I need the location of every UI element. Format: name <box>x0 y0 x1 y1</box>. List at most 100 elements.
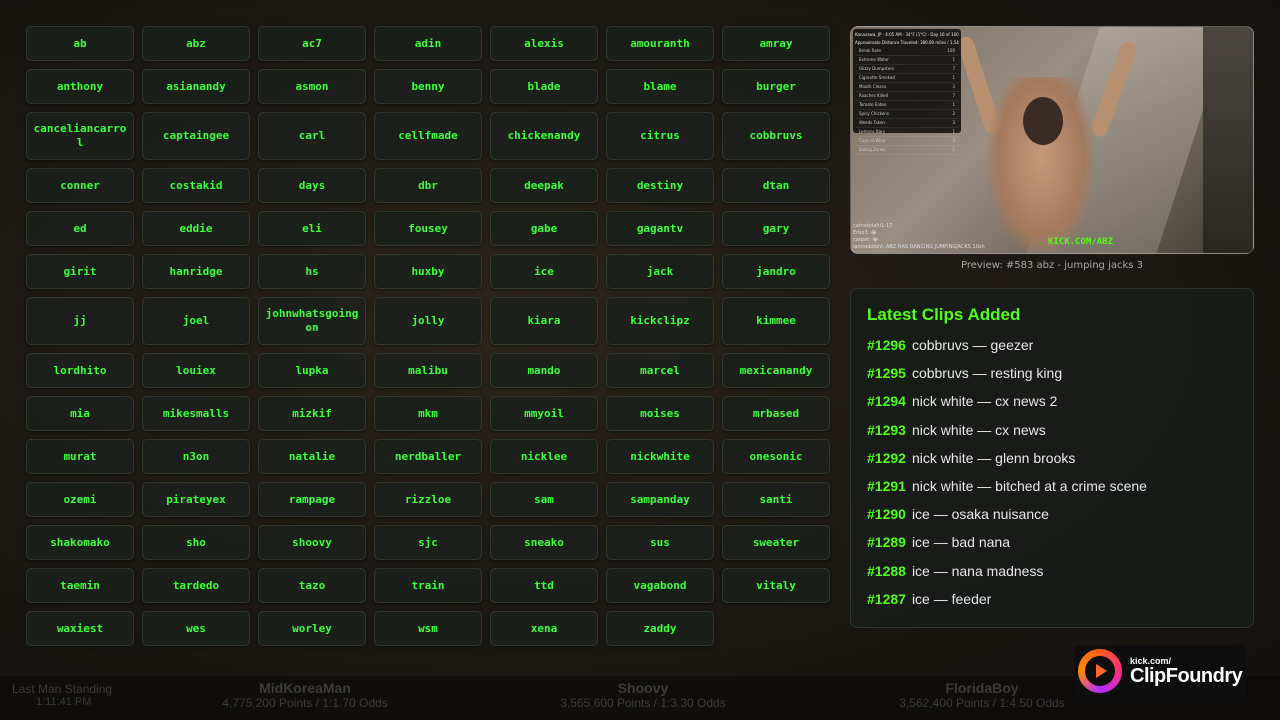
clip-button-blade[interactable]: blade <box>490 69 598 104</box>
clip-button-sus[interactable]: sus <box>606 525 714 560</box>
clip-button-sweater[interactable]: sweater <box>722 525 830 560</box>
clip-button-ed[interactable]: ed <box>26 211 134 246</box>
clip-list-item[interactable]: #1288 ice — nana madness <box>867 557 1237 585</box>
clip-button-huxby[interactable]: huxby <box>374 254 482 289</box>
clip-button-taemin[interactable]: taemin <box>26 568 134 603</box>
clip-button-canceliancarrol[interactable]: canceliancarrol <box>26 112 134 160</box>
clip-button-jj[interactable]: jj <box>26 297 134 345</box>
clip-button-girit[interactable]: girit <box>26 254 134 289</box>
clip-button-days[interactable]: days <box>258 168 366 203</box>
clip-button-captaingee[interactable]: captaingee <box>142 112 250 160</box>
clip-button-jolly[interactable]: jolly <box>374 297 482 345</box>
clip-button-blame[interactable]: blame <box>606 69 714 104</box>
clip-button-worley[interactable]: worley <box>258 611 366 646</box>
clip-button-asmon[interactable]: asmon <box>258 69 366 104</box>
clip-preview-video[interactable]: Kanazawa, JP · 4:05 AM · 34°F (1°C) · Da… <box>850 26 1254 254</box>
clip-button-dtan[interactable]: dtan <box>722 168 830 203</box>
clip-button-burger[interactable]: burger <box>722 69 830 104</box>
clip-button-eddie[interactable]: eddie <box>142 211 250 246</box>
clip-button-train[interactable]: train <box>374 568 482 603</box>
clip-button-nerdballer[interactable]: nerdballer <box>374 439 482 474</box>
clip-button-ab[interactable]: ab <box>26 26 134 61</box>
clip-button-hs[interactable]: hs <box>258 254 366 289</box>
clip-button-vagabond[interactable]: vagabond <box>606 568 714 603</box>
clip-button-sam[interactable]: sam <box>490 482 598 517</box>
clip-button-mmyoil[interactable]: mmyoil <box>490 396 598 431</box>
clip-button-asianandy[interactable]: asianandy <box>142 69 250 104</box>
clip-button-wsm[interactable]: wsm <box>374 611 482 646</box>
clip-button-mizkif[interactable]: mizkif <box>258 396 366 431</box>
clip-list-item[interactable]: #1293 nick white — cx news <box>867 416 1237 444</box>
clip-button-mando[interactable]: mando <box>490 353 598 388</box>
clip-button-n3on[interactable]: n3on <box>142 439 250 474</box>
clip-button-onesonic[interactable]: onesonic <box>722 439 830 474</box>
clip-button-deepak[interactable]: deepak <box>490 168 598 203</box>
clip-button-anthony[interactable]: anthony <box>26 69 134 104</box>
clip-button-moises[interactable]: moises <box>606 396 714 431</box>
clip-button-kimmee[interactable]: kimmee <box>722 297 830 345</box>
clip-button-jandro[interactable]: jandro <box>722 254 830 289</box>
clip-button-eli[interactable]: eli <box>258 211 366 246</box>
clip-button-joel[interactable]: joel <box>142 297 250 345</box>
clip-button-sho[interactable]: sho <box>142 525 250 560</box>
clip-list-item[interactable]: #1290 ice — osaka nuisance <box>867 500 1237 528</box>
clip-button-gary[interactable]: gary <box>722 211 830 246</box>
clip-list-item[interactable]: #1294 nick white — cx news 2 <box>867 387 1237 415</box>
clip-button-sampanday[interactable]: sampanday <box>606 482 714 517</box>
clip-button-mia[interactable]: mia <box>26 396 134 431</box>
clip-button-cobbruvs[interactable]: cobbruvs <box>722 112 830 160</box>
clip-button-destiny[interactable]: destiny <box>606 168 714 203</box>
clip-button-louiex[interactable]: louiex <box>142 353 250 388</box>
clip-button-alexis[interactable]: alexis <box>490 26 598 61</box>
clip-button-jack[interactable]: jack <box>606 254 714 289</box>
clip-button-rizzloe[interactable]: rizzloe <box>374 482 482 517</box>
clip-button-costakid[interactable]: costakid <box>142 168 250 203</box>
clip-button-mrbased[interactable]: mrbased <box>722 396 830 431</box>
clip-button-gabe[interactable]: gabe <box>490 211 598 246</box>
clip-button-xena[interactable]: xena <box>490 611 598 646</box>
clip-button-citrus[interactable]: citrus <box>606 112 714 160</box>
clip-button-wes[interactable]: wes <box>142 611 250 646</box>
clip-button-marcel[interactable]: marcel <box>606 353 714 388</box>
clip-button-abz[interactable]: abz <box>142 26 250 61</box>
clip-list-item[interactable]: #1291 nick white — bitched at a crime sce… <box>867 472 1237 500</box>
clip-list-item[interactable]: #1289 ice — bad nana <box>867 528 1237 556</box>
clip-button-ice[interactable]: ice <box>490 254 598 289</box>
clip-button-nickwhite[interactable]: nickwhite <box>606 439 714 474</box>
clip-button-malibu[interactable]: malibu <box>374 353 482 388</box>
clip-list-item[interactable]: #1292 nick white — glenn brooks <box>867 444 1237 472</box>
clip-button-adin[interactable]: adin <box>374 26 482 61</box>
clip-button-amouranth[interactable]: amouranth <box>606 26 714 61</box>
clip-button-nicklee[interactable]: nicklee <box>490 439 598 474</box>
clip-button-waxiest[interactable]: waxiest <box>26 611 134 646</box>
clip-button-pirateyex[interactable]: pirateyex <box>142 482 250 517</box>
clip-button-lordhito[interactable]: lordhito <box>26 353 134 388</box>
clip-button-conner[interactable]: conner <box>26 168 134 203</box>
clip-button-zaddy[interactable]: zaddy <box>606 611 714 646</box>
clip-button-ac7[interactable]: ac7 <box>258 26 366 61</box>
clip-button-ozemi[interactable]: ozemi <box>26 482 134 517</box>
clip-button-kickclipz[interactable]: kickclipz <box>606 297 714 345</box>
clip-button-carl[interactable]: carl <box>258 112 366 160</box>
clip-button-hanridge[interactable]: hanridge <box>142 254 250 289</box>
clip-button-lupka[interactable]: lupka <box>258 353 366 388</box>
clip-button-vitaly[interactable]: vitaly <box>722 568 830 603</box>
clip-button-johnwhatsgoingon[interactable]: johnwhatsgoingon <box>258 297 366 345</box>
clip-button-chickenandy[interactable]: chickenandy <box>490 112 598 160</box>
clip-button-santi[interactable]: santi <box>722 482 830 517</box>
clip-button-cellfmade[interactable]: cellfmade <box>374 112 482 160</box>
clip-button-fousey[interactable]: fousey <box>374 211 482 246</box>
clip-button-amray[interactable]: amray <box>722 26 830 61</box>
clip-button-dbr[interactable]: dbr <box>374 168 482 203</box>
clip-list-item[interactable]: #1287 ice — feeder <box>867 585 1237 613</box>
clip-button-murat[interactable]: murat <box>26 439 134 474</box>
clip-button-mikesmalls[interactable]: mikesmalls <box>142 396 250 431</box>
clip-button-shoovy[interactable]: shoovy <box>258 525 366 560</box>
clip-button-sjc[interactable]: sjc <box>374 525 482 560</box>
clip-button-tardedo[interactable]: tardedo <box>142 568 250 603</box>
clip-button-shakomako[interactable]: shakomako <box>26 525 134 560</box>
clip-button-tazo[interactable]: tazo <box>258 568 366 603</box>
clip-button-sneako[interactable]: sneako <box>490 525 598 560</box>
clip-list-item[interactable]: #1295 cobbruvs — resting king <box>867 359 1237 387</box>
clip-button-natalie[interactable]: natalie <box>258 439 366 474</box>
